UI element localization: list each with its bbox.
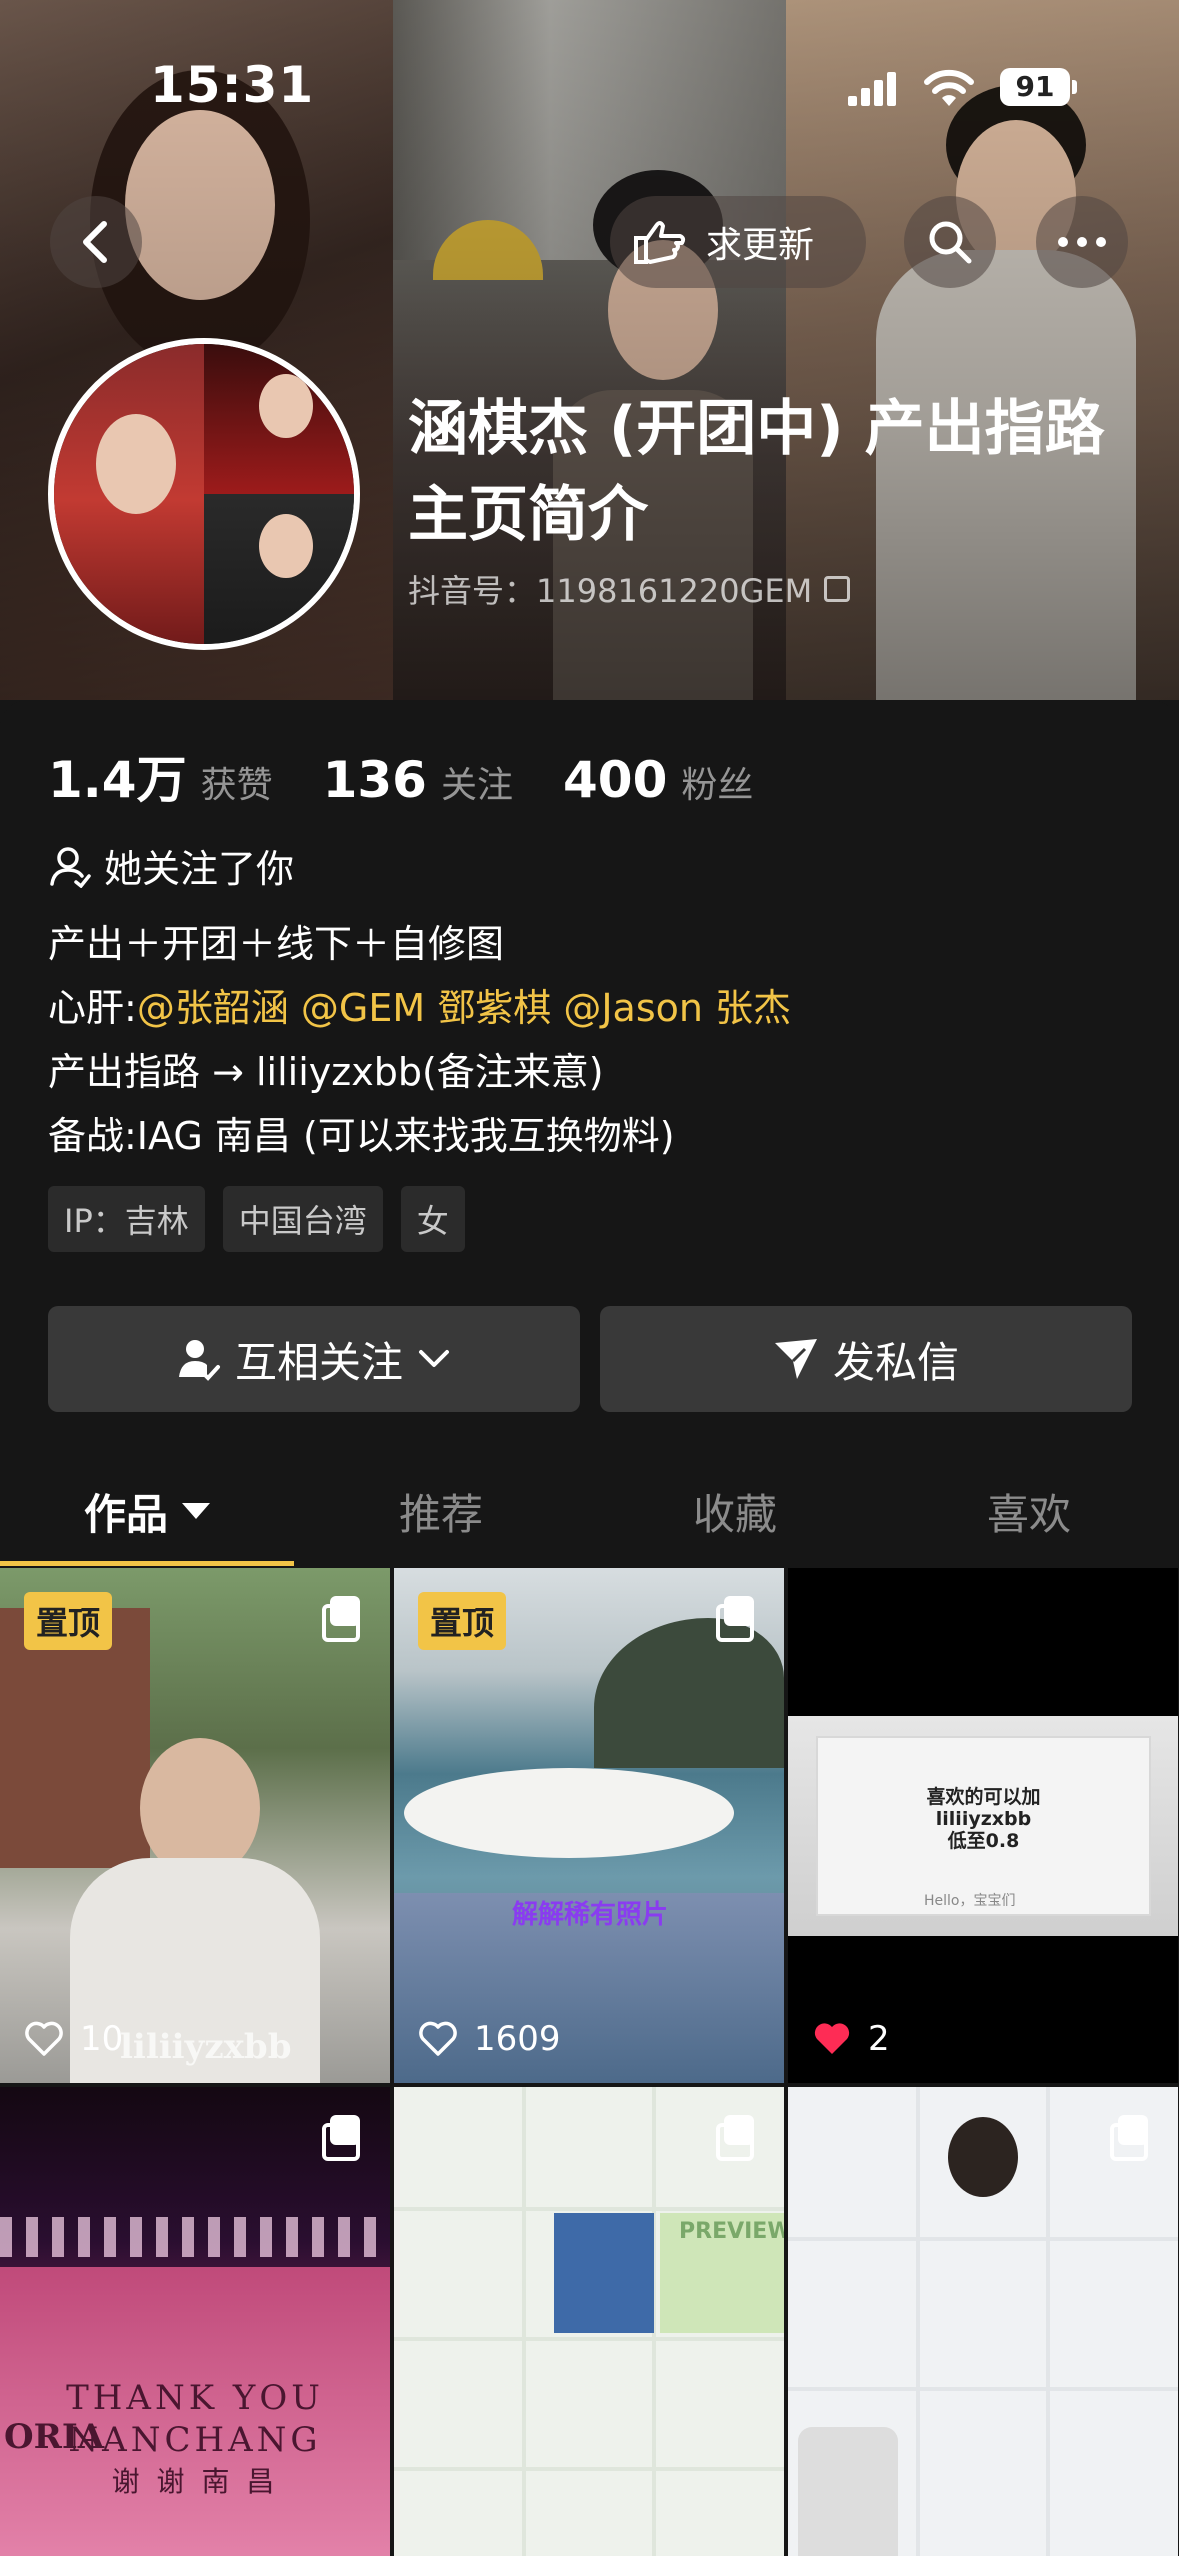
video-tile[interactable]: 置顶 10 liliiyzxbb [0, 1568, 390, 2083]
overlay-text: 解解稀有照片 [512, 1900, 669, 1930]
heart-outline-icon [419, 2021, 457, 2056]
profile-stats: 1.4万 获赞 136 关注 400 粉丝 [48, 740, 753, 812]
chevron-down-icon [419, 1350, 449, 1367]
stat-following-value: 136 [322, 751, 427, 809]
tab-works[interactable]: 作品 [0, 1456, 294, 1566]
cellular-signal-icon [848, 70, 896, 106]
bio-line-2: 心肝:@张韶涵 @GEM 鄧紫棋 @Jason 张杰 [48, 976, 791, 1040]
heart-outline-icon [25, 2021, 63, 2056]
mention-link[interactable]: @GEM 鄧紫棋 [301, 986, 551, 1030]
overlay-line: 谢 谢 南 昌 [111, 2465, 279, 2498]
mention-link[interactable]: @张韶涵 [137, 986, 289, 1030]
tag-gender: 女 [400, 1186, 465, 1252]
like-count-value: 1609 [474, 2019, 561, 2059]
bio-line-3: 产出指路 → liliiyzxbb(备注来意) [48, 1050, 604, 1094]
tag-ip: IP：吉林 [48, 1186, 205, 1252]
more-button[interactable] [1036, 196, 1128, 288]
pinned-badge: 置顶 [24, 1592, 113, 1650]
video-tile[interactable]: 喜欢的可以加 liliiyzxbb 低至0.8 Hello，宝宝们 2 [788, 1568, 1178, 2083]
tab-recommend-label: 推荐 [398, 1489, 483, 1539]
overlay-line: THANK YOU [66, 2378, 324, 2418]
bio-line-1: 产出＋开团＋线下＋自修图 [48, 922, 505, 966]
stat-likes-value: 1.4万 [48, 751, 187, 809]
multi-image-icon [716, 1596, 756, 1642]
mutual-follow-button[interactable]: 互相关注 [48, 1306, 580, 1412]
multi-image-icon [1110, 2115, 1150, 2161]
multi-image-icon [716, 2115, 756, 2161]
bio: 产出＋开团＋线下＋自修图 心肝:@张韶涵 @GEM 鄧紫棋 @Jason 张杰 … [48, 912, 791, 1168]
mutual-follow-label: 互相关注 [234, 1337, 403, 1387]
caret-down-icon [182, 1503, 210, 1519]
pointing-hand-icon [634, 221, 686, 264]
profile-tags: IP：吉林 中国台湾 女 [48, 1186, 465, 1252]
overlay-text: PREVIEW [679, 2219, 784, 2244]
bio-line-4: 备战:IAG 南昌 (可以来找我互换物料) [48, 1114, 675, 1158]
mention-link[interactable]: @Jason 张杰 [563, 986, 791, 1030]
search-icon [929, 221, 972, 264]
stat-followers[interactable]: 400 粉丝 [563, 751, 753, 809]
send-icon [774, 1339, 817, 1379]
tag-region: 中国台湾 [222, 1186, 383, 1252]
status-time: 15:31 [150, 56, 315, 114]
profile-actions: 互相关注 发私信 [48, 1306, 1132, 1412]
stat-following-label: 关注 [440, 765, 513, 806]
stat-followers-label: 粉丝 [681, 765, 754, 806]
like-count: 1609 [418, 2019, 561, 2059]
overlay-small-text: Hello，宝宝们 [924, 1893, 1016, 1909]
tab-works-label: 作品 [83, 1489, 168, 1539]
bio-line-2-prefix: 心肝: [48, 986, 137, 1030]
copy-icon[interactable] [824, 576, 851, 602]
like-count-value: 2 [868, 2019, 890, 2059]
tab-likes[interactable]: 喜欢 [882, 1456, 1176, 1566]
multi-image-icon [322, 1596, 362, 1642]
stat-followers-value: 400 [562, 751, 668, 809]
overlay-line: 低至0.8 [947, 1830, 1020, 1852]
more-dots-icon [1058, 237, 1106, 247]
battery-icon: 91 [1000, 68, 1077, 106]
watermark-text: liliiyzxbb [120, 2027, 292, 2067]
video-tile[interactable] [788, 2087, 1178, 2556]
pinned-badge: 置顶 [418, 1592, 507, 1650]
stat-likes[interactable]: 1.4万 获赞 [48, 740, 273, 812]
multi-image-icon [322, 2115, 362, 2161]
tab-favorites-label: 收藏 [692, 1489, 777, 1539]
like-count: 2 [812, 2019, 890, 2059]
video-tile[interactable]: PREVIEW [394, 2087, 784, 2556]
user-icon [50, 846, 91, 888]
content-tabs: 作品 推荐 收藏 喜欢 [0, 1456, 1179, 1566]
avatar[interactable] [48, 338, 360, 650]
mutual-follow-icon [178, 1340, 220, 1381]
tab-favorites[interactable]: 收藏 [588, 1456, 882, 1566]
side-text: ORIA [4, 2417, 105, 2457]
chevron-left-icon [83, 221, 107, 263]
tab-recommend[interactable]: 推荐 [294, 1456, 588, 1566]
profile-name: 涵棋杰 (开团中) 产出指路主页简介 [408, 394, 1105, 550]
stat-following[interactable]: 136 关注 [323, 751, 513, 809]
stat-likes-label: 获赞 [200, 765, 273, 806]
video-tile[interactable]: 解解稀有照片 置顶 1609 [394, 1568, 784, 2083]
video-tile[interactable]: THANK YOU NANCHANG 谢 谢 南 昌 ORIA [0, 2087, 390, 2556]
send-message-button[interactable]: 发私信 [600, 1306, 1132, 1412]
follows-you-text: 她关注了你 [104, 847, 295, 891]
overlay-text: 喜欢的可以加 liliiyzxbb 低至0.8 [788, 1786, 1178, 1852]
search-button[interactable] [904, 196, 996, 288]
overlay-line: 喜欢的可以加 [926, 1786, 1041, 1808]
heart-filled-icon [814, 2023, 850, 2054]
request-update-button[interactable]: 求更新 [610, 196, 866, 288]
douyin-id-text: 抖音号：1198161220GEM [408, 572, 813, 610]
douyin-id[interactable]: 抖音号：1198161220GEM [408, 566, 851, 612]
overlay-line: liliiyzxbb [935, 1808, 1032, 1830]
wifi-icon [924, 69, 974, 106]
request-update-label: 求更新 [706, 225, 815, 266]
like-count: 10 [24, 2019, 123, 2059]
like-count-value: 10 [80, 2019, 124, 2059]
follows-you-indicator: 她关注了你 [48, 838, 294, 893]
send-message-label: 发私信 [832, 1337, 959, 1387]
status-bar: 15:31 91 [0, 0, 1179, 150]
back-button[interactable] [50, 196, 142, 288]
tab-likes-label: 喜欢 [986, 1489, 1071, 1539]
